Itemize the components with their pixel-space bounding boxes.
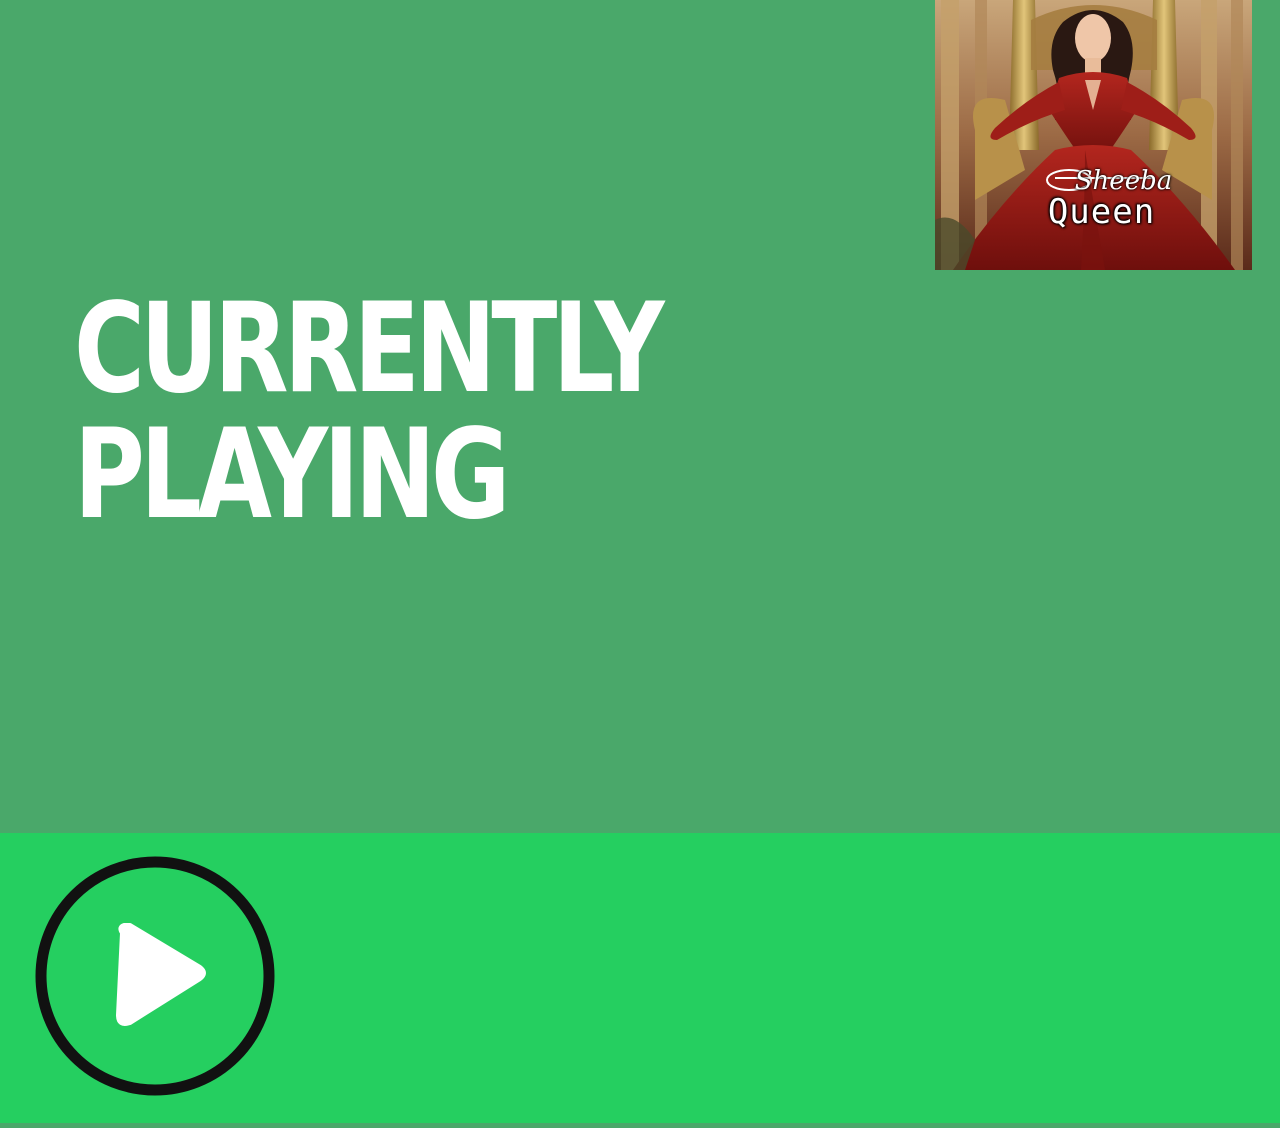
play-icon: [35, 856, 275, 1096]
album-art: Sheeba Queen: [935, 0, 1252, 270]
album-title: Queen: [1047, 192, 1156, 232]
title-line-2: PLAYING: [74, 403, 510, 547]
bottom-edge: [0, 1123, 1280, 1128]
play-button[interactable]: [34, 855, 276, 1097]
page-title: CURRENTLY PLAYING: [74, 277, 665, 547]
title-line-1: CURRENTLY: [74, 277, 665, 421]
